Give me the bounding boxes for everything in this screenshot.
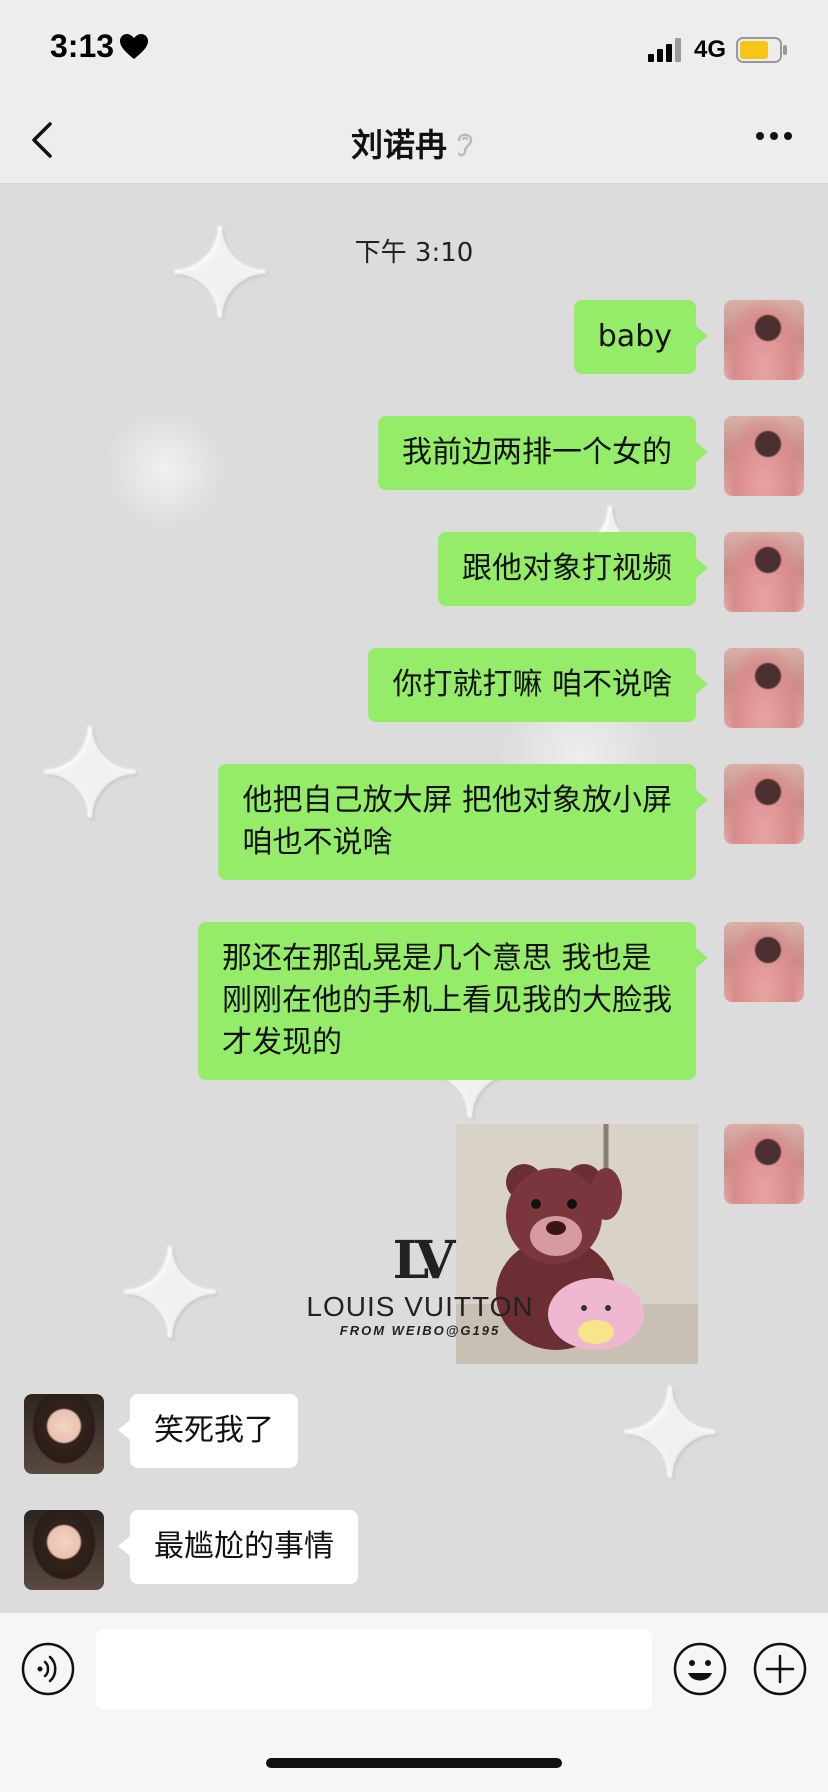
my-avatar[interactable] bbox=[724, 764, 804, 844]
chat-title-label: 刘诺冉 bbox=[350, 126, 447, 164]
message-bubble[interactable]: 跟他对象打视频 bbox=[438, 532, 708, 606]
status-time-label: 3:13 bbox=[50, 28, 115, 64]
status-bar: 3:13 4G bbox=[0, 0, 828, 98]
nav-bar: 刘诺冉 bbox=[0, 98, 828, 184]
battery-icon bbox=[736, 37, 787, 63]
wallpaper-pattern: ✦ bbox=[40, 704, 141, 845]
chat-title: 刘诺冉 bbox=[0, 120, 828, 166]
status-time: 3:13 bbox=[50, 28, 149, 65]
heart-icon bbox=[120, 33, 149, 59]
home-indicator[interactable] bbox=[266, 1758, 562, 1768]
message-bubble[interactable]: 我前边两排一个女的 bbox=[378, 416, 708, 490]
message-bubble[interactable]: 他把自己放大屏 把他对象放小屏 咱也不说啥 bbox=[218, 764, 708, 880]
message-bubble[interactable]: 最尴尬的事情 bbox=[118, 1510, 358, 1584]
message-input[interactable] bbox=[96, 1629, 652, 1709]
message-line: 那还在那乱晃是几个意思 我也是 bbox=[222, 941, 652, 976]
my-avatar[interactable] bbox=[724, 300, 804, 380]
message-bubble[interactable]: 你打就打嘛 咱不说啥 bbox=[368, 648, 708, 722]
my-avatar[interactable] bbox=[724, 1124, 804, 1204]
wallpaper-pattern: ✦ bbox=[170, 204, 271, 345]
message-line: 他把自己放大屏 把他对象放小屏 bbox=[242, 783, 672, 818]
wallpaper-pattern: ✦ bbox=[120, 1224, 221, 1365]
signal-icon bbox=[647, 38, 681, 62]
wallpaper-pattern: ✦ bbox=[620, 1364, 721, 1505]
message-bubble[interactable]: baby bbox=[573, 300, 709, 374]
emoji-icon[interactable] bbox=[672, 1641, 728, 1697]
contact-avatar[interactable] bbox=[24, 1394, 104, 1474]
watermark-logo: LV bbox=[392, 1230, 456, 1291]
contact-avatar[interactable] bbox=[24, 1510, 104, 1590]
more-icon[interactable] bbox=[754, 130, 794, 142]
my-avatar[interactable] bbox=[724, 416, 804, 496]
my-avatar[interactable] bbox=[724, 922, 804, 1002]
message-line: 才发现的 bbox=[222, 1025, 342, 1060]
watermark: LV LOUIS VUITTON FROM WEIBO@G195 bbox=[300, 1230, 540, 1338]
watermark-source: FROM WEIBO@G195 bbox=[339, 1323, 501, 1338]
plus-icon[interactable] bbox=[752, 1641, 808, 1697]
my-avatar[interactable] bbox=[724, 532, 804, 612]
voice-icon[interactable] bbox=[20, 1641, 76, 1697]
network-label: 4G bbox=[693, 36, 726, 63]
status-right: 4G bbox=[647, 36, 788, 64]
my-avatar[interactable] bbox=[724, 648, 804, 728]
message-line: 咱也不说啥 bbox=[242, 825, 393, 860]
message-bubble[interactable]: 那还在那乱晃是几个意思 我也是 刚刚在他的手机上看见我的大脸我 才发现的 bbox=[198, 922, 708, 1080]
message-bubble[interactable]: 笑死我了 bbox=[118, 1394, 298, 1468]
chat-area[interactable]: ✦ ✦ ✦ ✦ ✦ ✦ 下午 3:10 baby 我前边两排一个女的 跟他对象打… bbox=[0, 184, 828, 1612]
ear-icon bbox=[457, 133, 473, 157]
chat-timestamp: 下午 3:10 bbox=[354, 238, 474, 268]
watermark-brand: LOUIS VUITTON bbox=[306, 1291, 534, 1322]
message-line: 刚刚在他的手机上看见我的大脸我 bbox=[222, 983, 672, 1018]
